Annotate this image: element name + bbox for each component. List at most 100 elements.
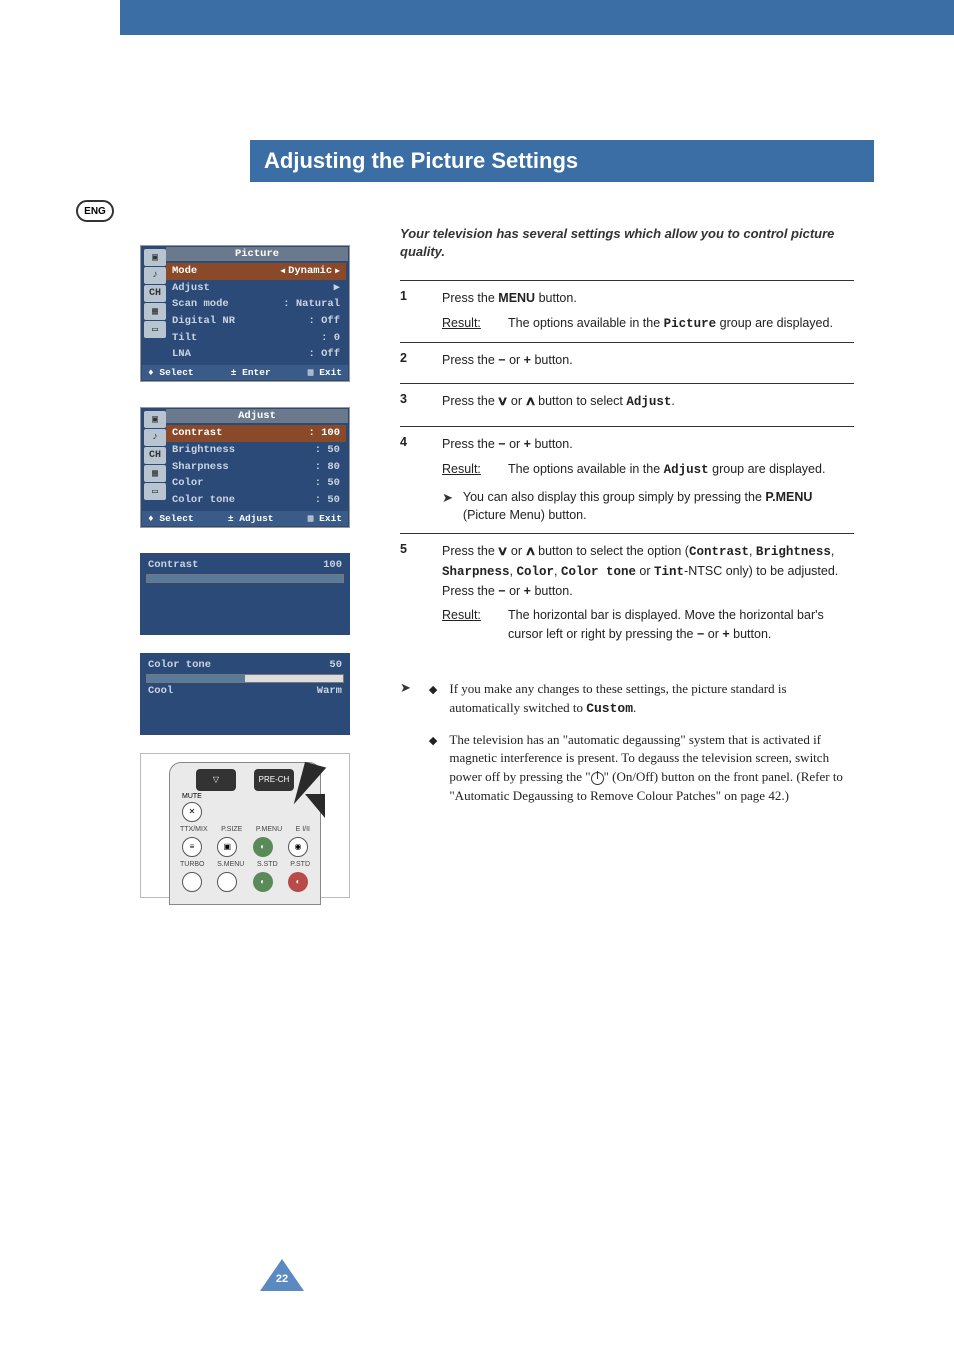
up-icon (526, 394, 535, 408)
bar-right-label: Warm (317, 685, 342, 697)
result-label: Result: (442, 314, 492, 334)
osd-label: Color (172, 476, 204, 491)
lang-badge: ENG (76, 200, 114, 222)
result-label: Result: (442, 460, 492, 480)
remote-eii-button: ◉ (288, 837, 308, 857)
osd-value: Dynamic (280, 264, 340, 279)
setup-icon: ▭ (144, 321, 166, 338)
footer-select: ♦ Select (148, 367, 194, 378)
osd-title: Picture (166, 247, 348, 261)
t: Press the (442, 353, 498, 367)
power-icon (591, 772, 604, 785)
remote-down-button: ▽ (196, 769, 236, 791)
step-2: 2 Press the − or + button. (400, 342, 854, 384)
osd-row-color: Color : 50 (172, 475, 340, 492)
t: button to select the option ( (535, 544, 689, 558)
t: − (498, 353, 505, 367)
remote-prech-button: PRE-CH (254, 769, 294, 791)
osd-row-contrast: Contrast : 100 (166, 425, 346, 442)
osd-value: : 50 (315, 476, 340, 491)
result-text: The options available in the Adjust grou… (508, 460, 825, 480)
osd-label: LNA (172, 347, 191, 362)
function-icon: ▦ (144, 303, 166, 320)
t: , (749, 544, 756, 558)
t: or (506, 353, 524, 367)
step-5: 5 Press the or button to select the opti… (400, 533, 854, 652)
step-number: 1 (400, 289, 420, 334)
t: + (524, 584, 531, 598)
t: or (506, 584, 524, 598)
osd-row-nr: Digital NR : Off (172, 313, 340, 330)
osd-value: : Off (308, 314, 340, 329)
bar-left-label: Cool (148, 685, 173, 697)
osd-value: : 80 (315, 460, 340, 475)
remote-mute-button: ✕ (182, 802, 202, 822)
osd-row-lna: LNA : Off (172, 346, 340, 363)
page-number: 22 (260, 1273, 304, 1285)
t: Press the (442, 544, 498, 558)
step-4: 4 Press the − or + button. Result: The o… (400, 426, 854, 533)
osd-label: Adjust (172, 281, 210, 296)
osd-picture-menu: ▣ ♪ CH ▦ ▭ Picture Mode Dynamic Adjust ▶… (140, 245, 350, 382)
contrast-bar-box: Contrast 100 (140, 553, 350, 635)
osd-value: : 100 (308, 426, 340, 441)
tv-icon: ▣ (144, 249, 166, 266)
remote-illustration: ▽ PRE-CH MUTE ✕ TTX/MIX P.SIZE P.MENU E … (140, 753, 350, 898)
note-text: You can also display this group simply b… (463, 488, 854, 526)
t: button to select (535, 394, 627, 408)
t: Press the (442, 437, 498, 451)
t: MENU (498, 291, 535, 305)
osd-row-colortone: Color tone : 50 (172, 492, 340, 509)
remote-sstd-button: ◐ (253, 872, 273, 892)
t: Color tone (561, 565, 636, 579)
bullet-icon (429, 680, 437, 719)
osd-value: : Natural (283, 297, 340, 312)
osd-title: Adjust (166, 409, 348, 423)
step-3: 3 Press the or button to select Adjust. (400, 383, 854, 426)
osd-row-mode: Mode Dynamic (166, 263, 346, 280)
remote-label: E I/II (296, 826, 310, 833)
t: , (831, 544, 834, 558)
footer-enter: ± Enter (231, 367, 271, 378)
progress-fill (147, 675, 245, 682)
osd-row-tilt: Tilt : 0 (172, 330, 340, 347)
colortone-progress (146, 674, 344, 683)
remote-label: P.SIZE (221, 826, 242, 833)
t: Adjust (626, 395, 671, 409)
osd-value: : Off (308, 347, 340, 362)
footer-select: ♦ Select (148, 513, 194, 524)
osd-label: Tilt (172, 331, 197, 346)
remote-label: TTX/MIX (180, 826, 208, 833)
t: − (498, 584, 505, 598)
osd-label: Digital NR (172, 314, 235, 329)
bar-value: 50 (329, 659, 342, 671)
result-text: The horizontal bar is displayed. Move th… (508, 606, 854, 644)
page-title: Adjusting the Picture Settings (250, 140, 874, 182)
t: . (671, 394, 674, 408)
osd-adjust-menu: ▣ ♪ CH ▦ ▭ Adjust Contrast : 100 Brightn… (140, 407, 350, 527)
sound-icon: ♪ (144, 267, 166, 284)
notes-block: If you make any changes to these setting… (400, 680, 854, 818)
osd-category-icons: ▣ ♪ CH ▦ ▭ (143, 410, 167, 501)
t: + (524, 353, 531, 367)
remote-label: P.MENU (256, 826, 282, 833)
remote-mute-label: MUTE (182, 793, 202, 800)
note-text: The television has an "automatic degauss… (449, 731, 854, 806)
osd-label: Mode (172, 264, 197, 279)
remote-label: TURBO (180, 861, 205, 868)
step-number: 5 (400, 542, 420, 644)
t: button. (535, 291, 577, 305)
sound-icon: ♪ (144, 429, 166, 446)
t: Press the (442, 394, 498, 408)
t: Sharpness (442, 565, 510, 579)
step-number: 3 (400, 392, 420, 418)
remote-pmenu-button: ◐ (253, 837, 273, 857)
remote-label: S.STD (257, 861, 278, 868)
t: Tint (654, 565, 684, 579)
remote-label: P.STD (290, 861, 310, 868)
progress-fill (147, 575, 343, 582)
remote-pstd-button: ◐ (288, 872, 308, 892)
contrast-progress (146, 574, 344, 583)
remote-psize-button: ▣ (217, 837, 237, 857)
remote-smenu-button (217, 872, 237, 892)
